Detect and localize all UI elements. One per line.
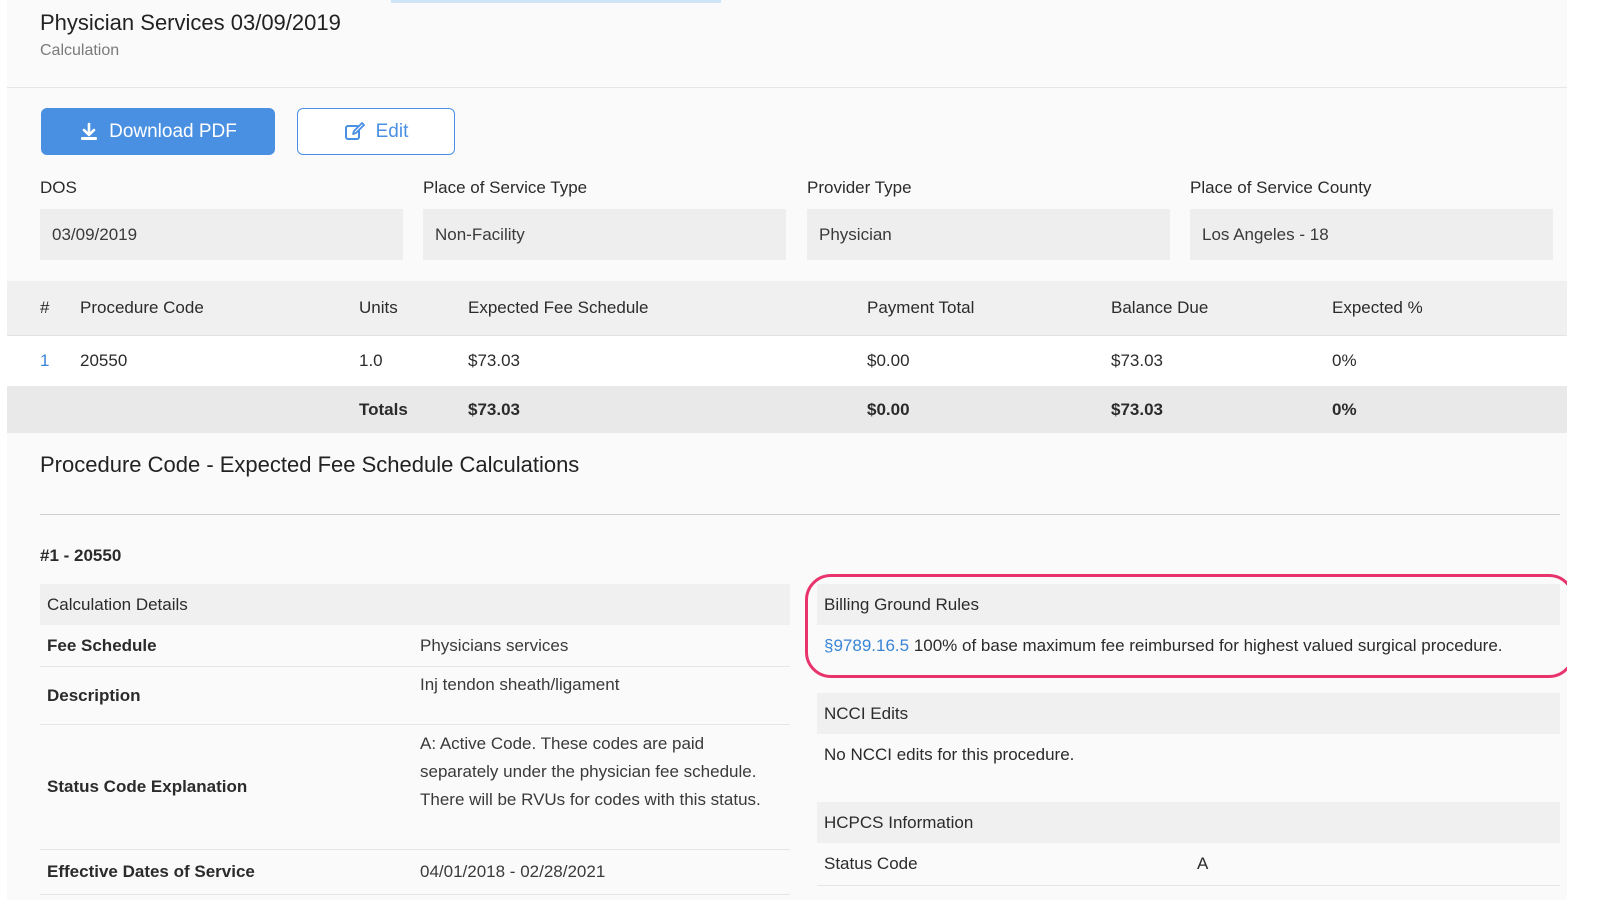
totals-label: Totals: [359, 400, 408, 419]
field-value: 03/09/2019: [40, 209, 403, 260]
section-divider: [40, 514, 1560, 515]
billing-rule-text: 100% of base maximum fee reimbursed for …: [909, 636, 1503, 655]
hcpcs-information-header: HCPCS Information: [817, 802, 1560, 843]
detail-value: A: Active Code. These codes are paid sep…: [420, 734, 761, 809]
detail-row-effective-dates: Effective Dates of Service 04/01/2018 - …: [40, 850, 790, 895]
field-label: Place of Service County: [1190, 178, 1372, 197]
payment-total-cell: $0.00: [867, 351, 910, 370]
header-divider: [7, 87, 1567, 88]
column-header-units: Units: [359, 298, 398, 317]
detail-key: Description: [47, 686, 141, 705]
field-label: Provider Type: [807, 178, 912, 197]
download-pdf-button[interactable]: Download PDF: [41, 108, 275, 155]
units-cell: 1.0: [359, 351, 383, 370]
field-provider-type: Provider Type Physician: [807, 175, 1170, 260]
hcpcs-value: A: [1197, 854, 1209, 873]
field-place-of-service-type: Place of Service Type Non-Facility: [423, 175, 786, 260]
edit-button[interactable]: Edit: [297, 108, 455, 155]
detail-key: Effective Dates of Service: [47, 862, 255, 881]
billing-ground-rules-panel: Billing Ground Rules §9789.16.5 100% of …: [817, 584, 1560, 667]
totals-balance: $73.03: [1111, 400, 1163, 419]
expected-percent-cell: 0%: [1332, 351, 1357, 370]
detail-value: Inj tendon sheath/ligament: [420, 675, 620, 694]
row-number-link[interactable]: 1: [40, 336, 49, 386]
ncci-edits-header: NCCI Edits: [817, 693, 1560, 734]
column-header-expected-fee-schedule: Expected Fee Schedule: [468, 298, 649, 317]
table-row: 1 20550 1.0 $73.03 $0.00 $73.03 0%: [7, 336, 1567, 387]
totals-percent: 0%: [1332, 400, 1357, 419]
field-place-of-service-county: Place of Service County Los Angeles - 18: [1190, 175, 1553, 260]
detail-value: Physicians services: [420, 636, 569, 655]
edit-icon: [344, 121, 366, 142]
field-dos: DOS 03/09/2019: [40, 175, 403, 260]
procedure-table: # Procedure Code Units Expected Fee Sche…: [7, 281, 1567, 433]
field-label: Place of Service Type: [423, 178, 588, 197]
detail-row-status-code-explanation: Status Code Explanation A: Active Code. …: [40, 725, 790, 850]
expected-fee-cell: $73.03: [468, 351, 520, 370]
table-totals-row: Totals $73.03 $0.00 $73.03 0%: [7, 387, 1567, 433]
detail-key: Status Code Explanation: [47, 777, 248, 796]
table-header-row: # Procedure Code Units Expected Fee Sche…: [7, 281, 1567, 336]
billing-rule-link[interactable]: §9789.16.5: [824, 636, 909, 655]
totals-fee: $73.03: [468, 400, 520, 419]
page-header: Physician Services 03/09/2019 Calculatio…: [40, 10, 341, 60]
billing-rule: §9789.16.5 100% of base maximum fee reim…: [817, 625, 1560, 667]
calculation-details-table: Calculation Details Fee Schedule Physici…: [40, 584, 790, 895]
edit-label: Edit: [375, 120, 409, 142]
column-header-procedure-code: Procedure Code: [80, 298, 204, 317]
detail-row-fee-schedule: Fee Schedule Physicians services: [40, 625, 790, 667]
column-header-number: #: [40, 298, 50, 317]
calculation-page: Physician Services 03/09/2019 Calculatio…: [7, 0, 1567, 900]
balance-due-cell: $73.03: [1111, 351, 1163, 370]
page-title: Physician Services 03/09/2019: [40, 10, 341, 35]
billing-ground-rules-header: Billing Ground Rules: [817, 584, 1560, 625]
detail-key: Fee Schedule: [47, 636, 157, 655]
procedure-identifier: #1 - 20550: [40, 546, 122, 565]
hcpcs-row-pc-tc-indicator: PC/TC Indicator 0: [817, 886, 1560, 900]
column-header-payment-total: Payment Total: [867, 298, 975, 317]
detail-row-description: Description Inj tendon sheath/ligament: [40, 667, 790, 725]
download-icon: [79, 122, 99, 142]
ncci-edits-panel: NCCI Edits No NCCI edits for this proced…: [817, 693, 1560, 776]
detail-value: 04/01/2018 - 02/28/2021: [420, 862, 606, 881]
field-value: Los Angeles - 18: [1190, 209, 1553, 260]
procedure-code-cell: 20550: [80, 351, 128, 370]
ncci-edits-text: No NCCI edits for this procedure.: [824, 745, 1075, 764]
field-value: Physician: [807, 209, 1170, 260]
column-header-expected-percent: Expected %: [1332, 298, 1423, 317]
hcpcs-value: 0: [1197, 886, 1206, 900]
hcpcs-information-panel: HCPCS Information Status Code A PC/TC In…: [817, 802, 1560, 900]
section-title: Procedure Code - Expected Fee Schedule C…: [40, 452, 580, 477]
field-label: DOS: [40, 178, 77, 197]
calculation-details-header: Calculation Details: [40, 584, 790, 625]
hcpcs-key: Status Code: [824, 854, 918, 873]
column-header-balance-due: Balance Due: [1111, 298, 1209, 317]
download-pdf-label: Download PDF: [109, 120, 237, 142]
page-subtitle: Calculation: [40, 42, 120, 59]
totals-payment: $0.00: [867, 400, 910, 419]
hcpcs-key: PC/TC Indicator: [824, 886, 945, 900]
active-tab-indicator: [391, 0, 721, 3]
hcpcs-row-status-code: Status Code A: [817, 843, 1560, 886]
field-value: Non-Facility: [423, 209, 786, 260]
